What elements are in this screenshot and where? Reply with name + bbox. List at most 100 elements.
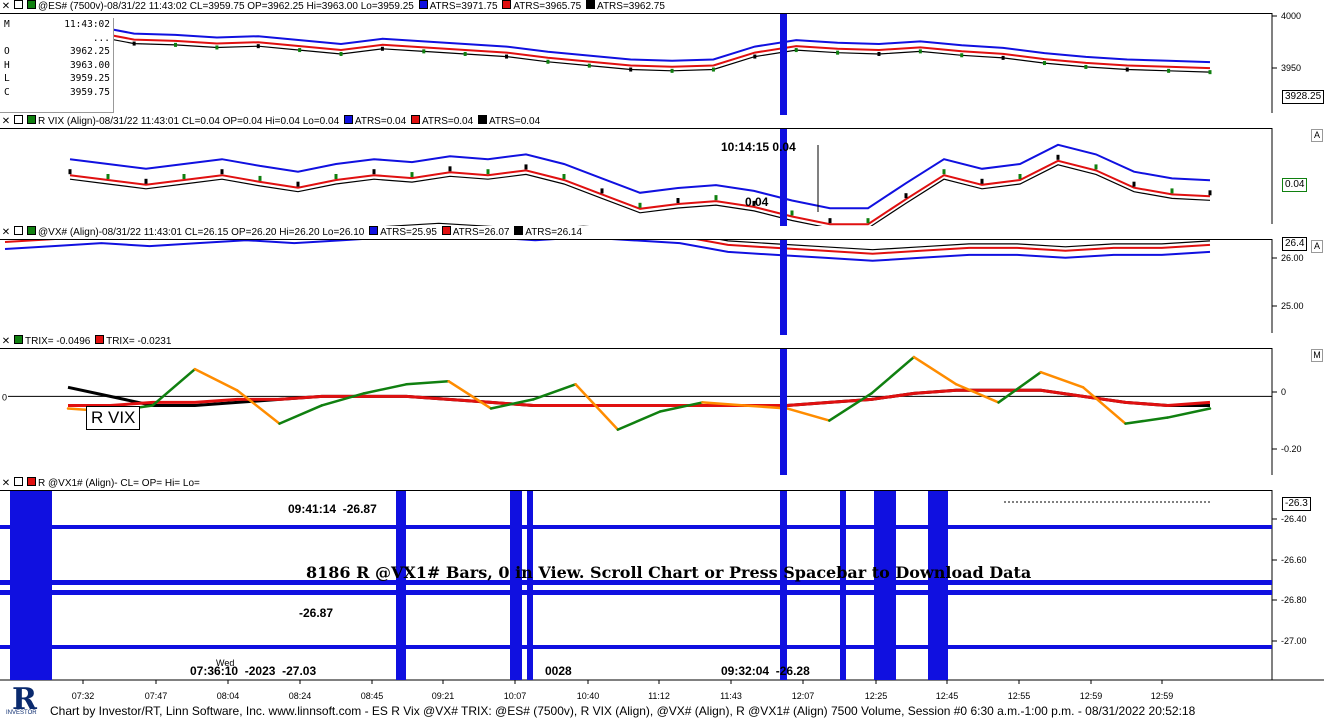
legend-item: ATRS=26.14	[525, 227, 583, 238]
x-tick-label: 12:59	[1080, 691, 1103, 701]
close-icon[interactable]: ✕	[0, 226, 12, 239]
x-tick-label: 11:12	[648, 691, 670, 701]
readout-key: H	[4, 59, 10, 71]
legend-item: ATRS=0.04	[421, 116, 474, 127]
settings-icon[interactable]	[14, 115, 23, 124]
readout-key: O	[4, 46, 10, 57]
close-icon[interactable]: ✕	[0, 477, 12, 490]
trix-segment	[1124, 416, 1169, 425]
x-tick-label: 10:40	[577, 691, 600, 701]
vx1-column	[840, 490, 846, 680]
scale-mode-button[interactable]: A	[1311, 240, 1323, 253]
es-bar	[836, 50, 840, 55]
vix-bar	[106, 174, 110, 179]
y-tick-label: 26.00	[1281, 253, 1304, 263]
x-tick-label: 11:43	[720, 691, 742, 701]
scale-mode-button[interactable]: M	[1311, 349, 1323, 362]
vix-bar	[676, 198, 680, 203]
es-bar	[1001, 55, 1005, 60]
readout-value: ...	[92, 32, 110, 44]
vix-bar	[866, 218, 870, 224]
legend-item: ATRS=0.04	[354, 116, 407, 127]
vix-bar	[220, 169, 224, 175]
x-tick-label: 12:07	[792, 691, 815, 701]
readout-key: M	[4, 19, 10, 30]
settings-icon[interactable]	[14, 477, 23, 486]
legend-swatch-blue	[343, 115, 353, 124]
es-bar	[256, 44, 260, 49]
vix-bar	[562, 174, 566, 179]
es-bar	[174, 42, 178, 47]
trix-segment	[1081, 386, 1127, 425]
download-message[interactable]: 8186 R @VX1# Bars, 0 in View. Scroll Cha…	[306, 563, 1031, 582]
trix-segment	[532, 383, 577, 401]
es-bar	[918, 49, 922, 54]
vix-bar	[296, 181, 300, 187]
es-bar	[587, 63, 591, 68]
x-tick-label: 08:45	[361, 691, 384, 701]
legend-swatch-blue	[369, 226, 379, 235]
trix-segment	[828, 392, 873, 422]
y-tick-label: -0.20	[1281, 444, 1302, 454]
readout-key: L	[4, 73, 10, 84]
es-bar	[794, 48, 798, 53]
vix-last-flag: 0.04	[1282, 178, 1308, 192]
y-tick-label: -26.80	[1281, 595, 1307, 605]
es-bar	[215, 45, 219, 50]
panel-header-es: ✕ @ES# (7500v)-08/31/22 11:43:02 CL=3959.…	[0, 0, 1272, 14]
legend-item: ATRS=3962.75	[597, 1, 665, 12]
close-icon[interactable]: ✕	[0, 0, 12, 13]
y-tick-label: -27.00	[1281, 636, 1307, 646]
es-atrs-red	[9, 30, 1211, 70]
series-color-icon	[27, 226, 36, 235]
es-bar	[422, 49, 426, 54]
x-tick-label: 12:59	[1151, 691, 1174, 701]
vix-bar	[1208, 190, 1212, 196]
x-tick-label: 12:45	[936, 691, 959, 701]
trix-segment	[362, 383, 408, 395]
trix-segment	[1039, 370, 1085, 389]
vix-bar	[524, 164, 528, 170]
readout-key: C	[4, 86, 10, 98]
es-bar	[1125, 67, 1129, 72]
vx1-column	[510, 490, 522, 680]
vix-bar	[1018, 174, 1022, 179]
scale-mode-button[interactable]: A	[1311, 129, 1323, 142]
readout-value: 3962.25	[69, 46, 110, 57]
vx1-label-a: 09:41:14 -26.87	[288, 502, 377, 516]
trix-segment	[235, 389, 281, 425]
es-bar	[132, 41, 136, 46]
vx1-band	[0, 645, 1272, 649]
vix-bar	[1056, 154, 1060, 160]
vx1-last-flag: -26.3	[1282, 497, 1311, 511]
vix-bar	[334, 174, 338, 179]
x-tick-label: 07:47	[145, 691, 168, 701]
close-icon[interactable]: ✕	[0, 115, 12, 128]
settings-icon[interactable]	[14, 226, 23, 235]
vix-bar	[182, 174, 186, 179]
vix-atrs-blue	[69, 143, 1211, 210]
vx1-band	[0, 590, 1272, 595]
vix-bar	[942, 169, 946, 175]
vx1-column	[10, 490, 52, 680]
vx1-label-d: 07:36:10 -2023 -27.03	[190, 664, 317, 678]
vx1-column	[396, 490, 406, 680]
legend-swatch-red	[410, 115, 420, 124]
trix-segment	[151, 367, 197, 407]
legend-swatch-red	[95, 335, 105, 344]
settings-icon[interactable]	[14, 0, 23, 9]
y-tick-label: -26.40	[1281, 514, 1307, 524]
es-bar	[546, 59, 550, 64]
x-tick-label: 09:21	[432, 691, 455, 701]
vix-bar	[904, 193, 908, 199]
y-tick-label: 3950	[1281, 63, 1301, 73]
vx1-label-c: -26.87	[299, 606, 334, 620]
es-bar	[629, 67, 633, 72]
readout-value: 3959.75	[69, 86, 110, 98]
y-tick-label: 25.00	[1281, 301, 1304, 311]
chart-canvas[interactable]: 0 4000 3950 26.00 25.00 0 -0.20 -26.40 -26.60 -26…	[0, 0, 1324, 721]
es-bar	[753, 54, 757, 59]
trix-left-tick: 0	[2, 392, 7, 402]
close-icon[interactable]: ✕	[0, 335, 12, 348]
vix-bar	[144, 178, 148, 184]
